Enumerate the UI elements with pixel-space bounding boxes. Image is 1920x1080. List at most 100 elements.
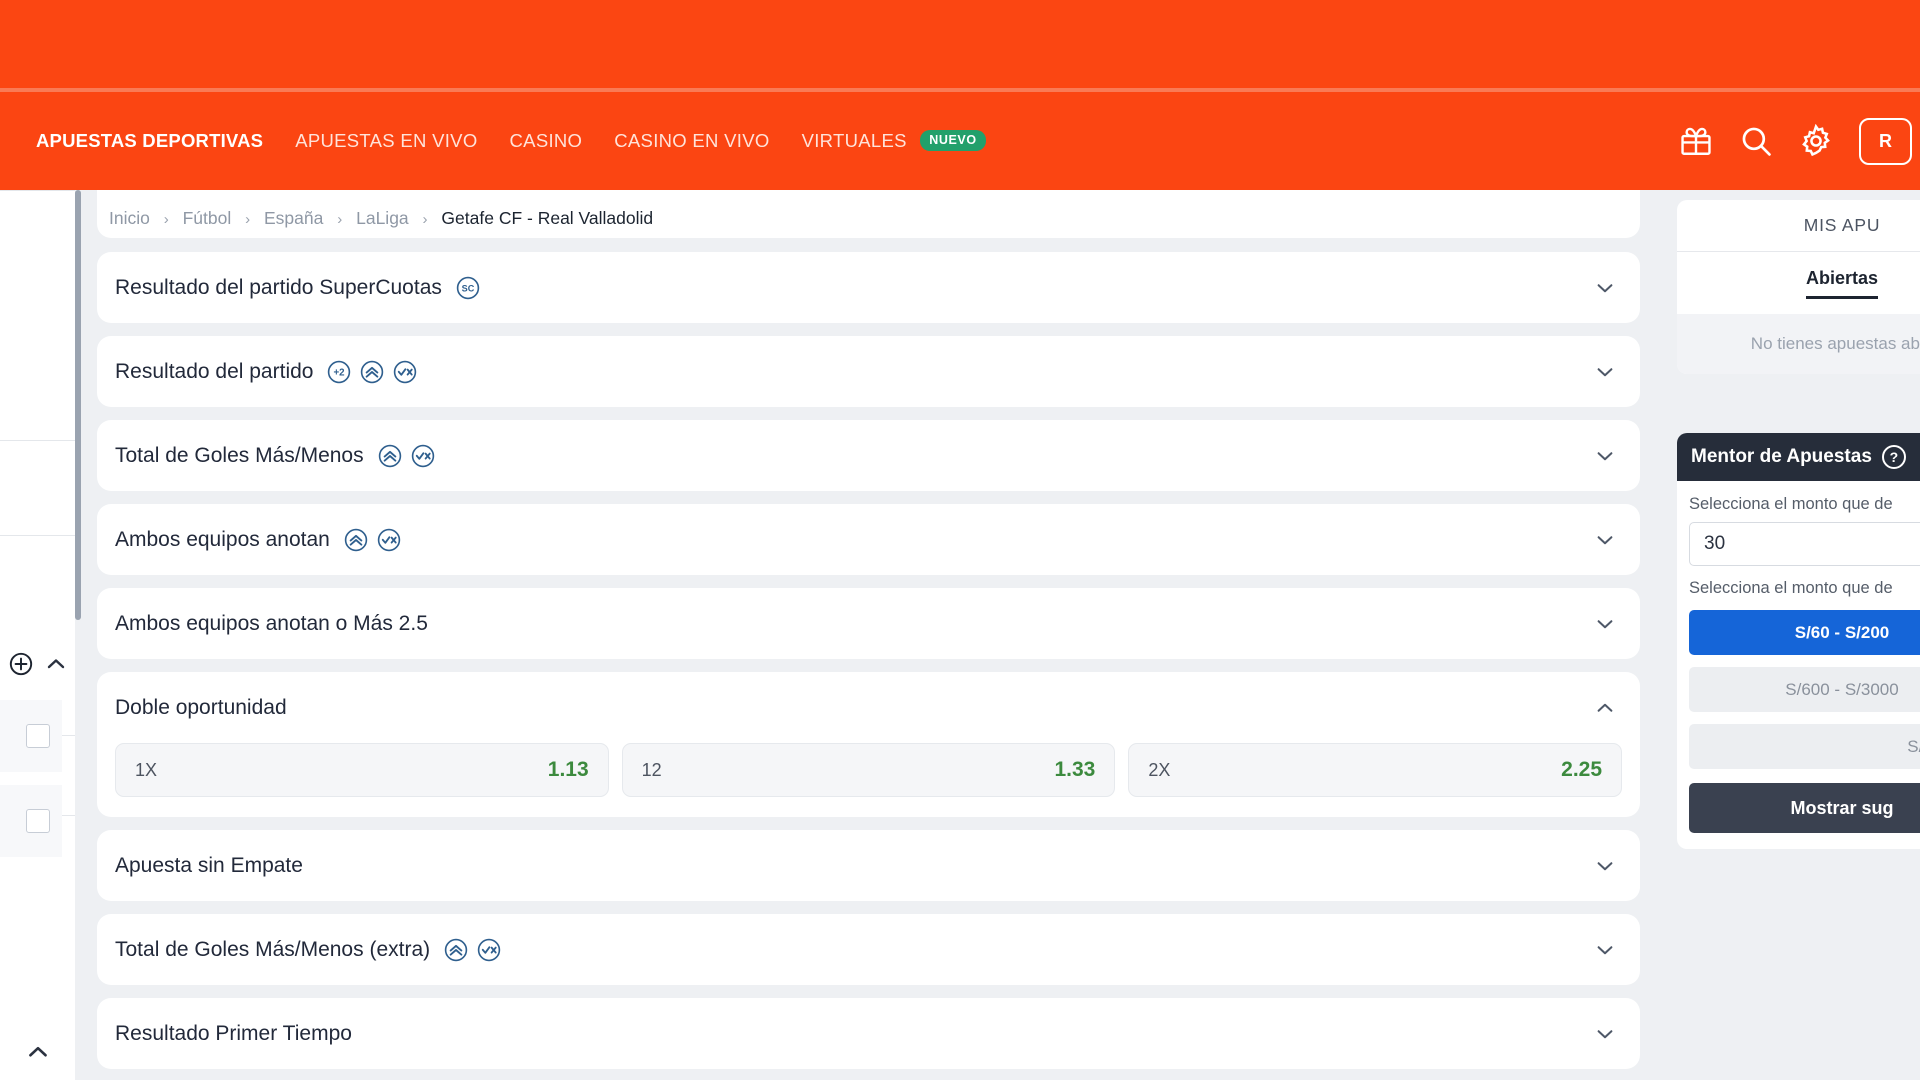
nav-label: CASINO EN VIVO (614, 130, 770, 151)
show-suggestions-button[interactable]: Mostrar sug (1689, 783, 1920, 833)
nav-item-casino-en-vivo[interactable]: CASINO EN VIVO (598, 130, 785, 152)
boost-badge-icon (377, 443, 403, 469)
register-button[interactable]: R (1859, 117, 1912, 165)
odd-label: 2X (1148, 759, 1171, 780)
betslip-header: MIS APU (1677, 200, 1920, 252)
market-header-apuesta-sin-empate[interactable]: Apuesta sin Empate (97, 830, 1640, 901)
breadcrumb-item-laliga[interactable]: LaLiga (356, 208, 409, 228)
odd-button-2x[interactable]: 2X 2.25 (1128, 743, 1623, 797)
rail-collapse-row[interactable] (0, 1030, 75, 1078)
market-icons: SC (455, 275, 481, 301)
rail-checkbox[interactable] (25, 809, 50, 833)
range-label: S/600 - S/3000 (1785, 679, 1899, 699)
market-header-resultado-del-partido[interactable]: Resultado del partido +2 (97, 336, 1640, 407)
left-sidebar-rail (0, 190, 75, 1080)
content-scroll-indicator[interactable] (75, 190, 81, 620)
range-button-600-3000[interactable]: S/600 - S/3000 (1689, 667, 1920, 712)
plus-circle-icon[interactable] (8, 651, 34, 682)
check-cross-badge-icon (376, 527, 402, 553)
market-icons: +2 (326, 359, 418, 385)
nav-label: APUESTAS DEPORTIVAS (36, 130, 264, 151)
range-label: S/60 - S/200 (1794, 622, 1890, 642)
plus-two-badge-icon: +2 (326, 359, 352, 385)
chevron-down-icon[interactable] (1594, 1023, 1616, 1045)
breadcrumb-separator: › (422, 211, 428, 228)
breadcrumb-separator: › (163, 211, 169, 228)
help-icon[interactable]: ? (1881, 445, 1906, 469)
rail-divider (0, 535, 75, 536)
nav-label: VIRTUALES (801, 130, 907, 151)
chevron-up-icon[interactable] (1594, 697, 1616, 719)
market-row: Total de Goles Más/Menos (97, 420, 1640, 491)
mentor-panel: Mentor de Apuestas ? Selecciona el monto… (1677, 433, 1920, 849)
market-title: Total de Goles Más/Menos (115, 443, 364, 467)
odd-label: 12 (641, 759, 662, 780)
betslip-tabs: Abiertas (1677, 252, 1920, 314)
chevron-down-icon[interactable] (1594, 277, 1616, 299)
market-header-total-goles-extra[interactable]: Total de Goles Más/Menos (extra) (97, 914, 1640, 985)
nav-item-apuestas-en-vivo[interactable]: APUESTAS EN VIVO (279, 130, 493, 152)
market-title: Ambos equipos anotan (115, 527, 330, 551)
breadcrumb: Inicio › Fútbol › España › LaLiga › Geta… (109, 208, 653, 229)
rail-checkbox[interactable] (25, 724, 50, 748)
boost-badge-icon (443, 937, 469, 963)
breadcrumb-item-inicio[interactable]: Inicio (109, 208, 150, 228)
odd-value: 1.33 (1054, 758, 1096, 781)
market-row: Apuesta sin Empate (97, 830, 1640, 901)
supercuotas-badge-icon: SC (455, 275, 481, 301)
chevron-down-icon[interactable] (1594, 939, 1616, 961)
breadcrumb-item-match: Getafe CF - Real Valladolid (441, 208, 654, 228)
range-button-20000[interactable]: S/20000 - (1689, 724, 1920, 769)
chevron-up-icon[interactable] (25, 1039, 51, 1070)
market-header-resultado-primer-tiempo[interactable]: Resultado Primer Tiempo (97, 998, 1640, 1069)
rail-divider (0, 190, 75, 191)
rail-checkbox-row[interactable] (0, 700, 75, 772)
gear-icon[interactable] (1799, 124, 1833, 158)
odd-button-1x[interactable]: 1X 1.13 (115, 743, 609, 797)
market-title: Resultado del partido SuperCuotas (115, 275, 442, 299)
breadcrumb-separator: › (337, 211, 343, 228)
market-row: Resultado del partido SuperCuotas SC (97, 252, 1640, 323)
tab-abiertas[interactable]: Abiertas (1805, 268, 1879, 299)
rail-add-row[interactable] (0, 642, 75, 690)
nav-actions: R (1679, 117, 1920, 165)
market-header-total-goles[interactable]: Total de Goles Más/Menos (97, 420, 1640, 491)
odd-label: 1X (135, 759, 158, 780)
mentor-amount-input[interactable] (1689, 522, 1920, 566)
breadcrumb-separator: › (245, 211, 251, 228)
check-cross-badge-icon (392, 359, 418, 385)
chevron-up-icon[interactable] (44, 652, 68, 681)
betslip-title: MIS APU (1803, 215, 1881, 235)
breadcrumb-item-futbol[interactable]: Fútbol (183, 208, 232, 228)
market-icons (377, 443, 436, 469)
market-header-ambos-equipos-anotan[interactable]: Ambos equipos anotan (97, 504, 1640, 575)
gift-icon[interactable] (1679, 124, 1713, 158)
brand-band (0, 0, 1920, 88)
chevron-down-icon[interactable] (1594, 445, 1616, 467)
betslip-empty-message: No tienes apuestas abie (1677, 314, 1920, 374)
nuevo-badge: NUEVO (920, 130, 986, 151)
rail-checkbox-row[interactable] (0, 785, 75, 857)
market-title: Total de Goles Más/Menos (extra) (115, 937, 431, 961)
nav-item-apuestas-deportivas[interactable]: APUESTAS DEPORTIVAS (20, 130, 279, 152)
chevron-down-icon[interactable] (1594, 613, 1616, 635)
breadcrumb-item-espana[interactable]: España (264, 208, 323, 228)
svg-text:+2: +2 (334, 367, 346, 378)
market-header-doble-oportunidad[interactable]: Doble oportunidad (97, 672, 1640, 743)
main-content: Inicio › Fútbol › España › LaLiga › Geta… (75, 190, 1665, 1080)
market-icons (343, 527, 402, 553)
register-label: R (1879, 130, 1892, 151)
chevron-down-icon[interactable] (1594, 855, 1616, 877)
nav-item-casino[interactable]: CASINO (494, 130, 599, 152)
market-header-ambos-anotan-mas-25[interactable]: Ambos equipos anotan o Más 2.5 (97, 588, 1640, 659)
market-row: Resultado Primer Tiempo (97, 998, 1640, 1069)
chevron-down-icon[interactable] (1594, 361, 1616, 383)
chevron-down-icon[interactable] (1594, 529, 1616, 551)
market-row: Doble oportunidad 1X 1.13 12 1.33 2X 2.2… (97, 672, 1640, 817)
market-header-resultado-supercuotas[interactable]: Resultado del partido SuperCuotas SC (97, 252, 1640, 323)
nav-item-virtuales[interactable]: VIRTUALES NUEVO (786, 130, 1002, 152)
range-button-60-200[interactable]: S/60 - S/200 (1689, 610, 1920, 655)
nav-label: APUESTAS EN VIVO (295, 130, 478, 151)
search-icon[interactable] (1739, 124, 1773, 158)
odd-button-12[interactable]: 12 1.33 (621, 743, 1116, 797)
